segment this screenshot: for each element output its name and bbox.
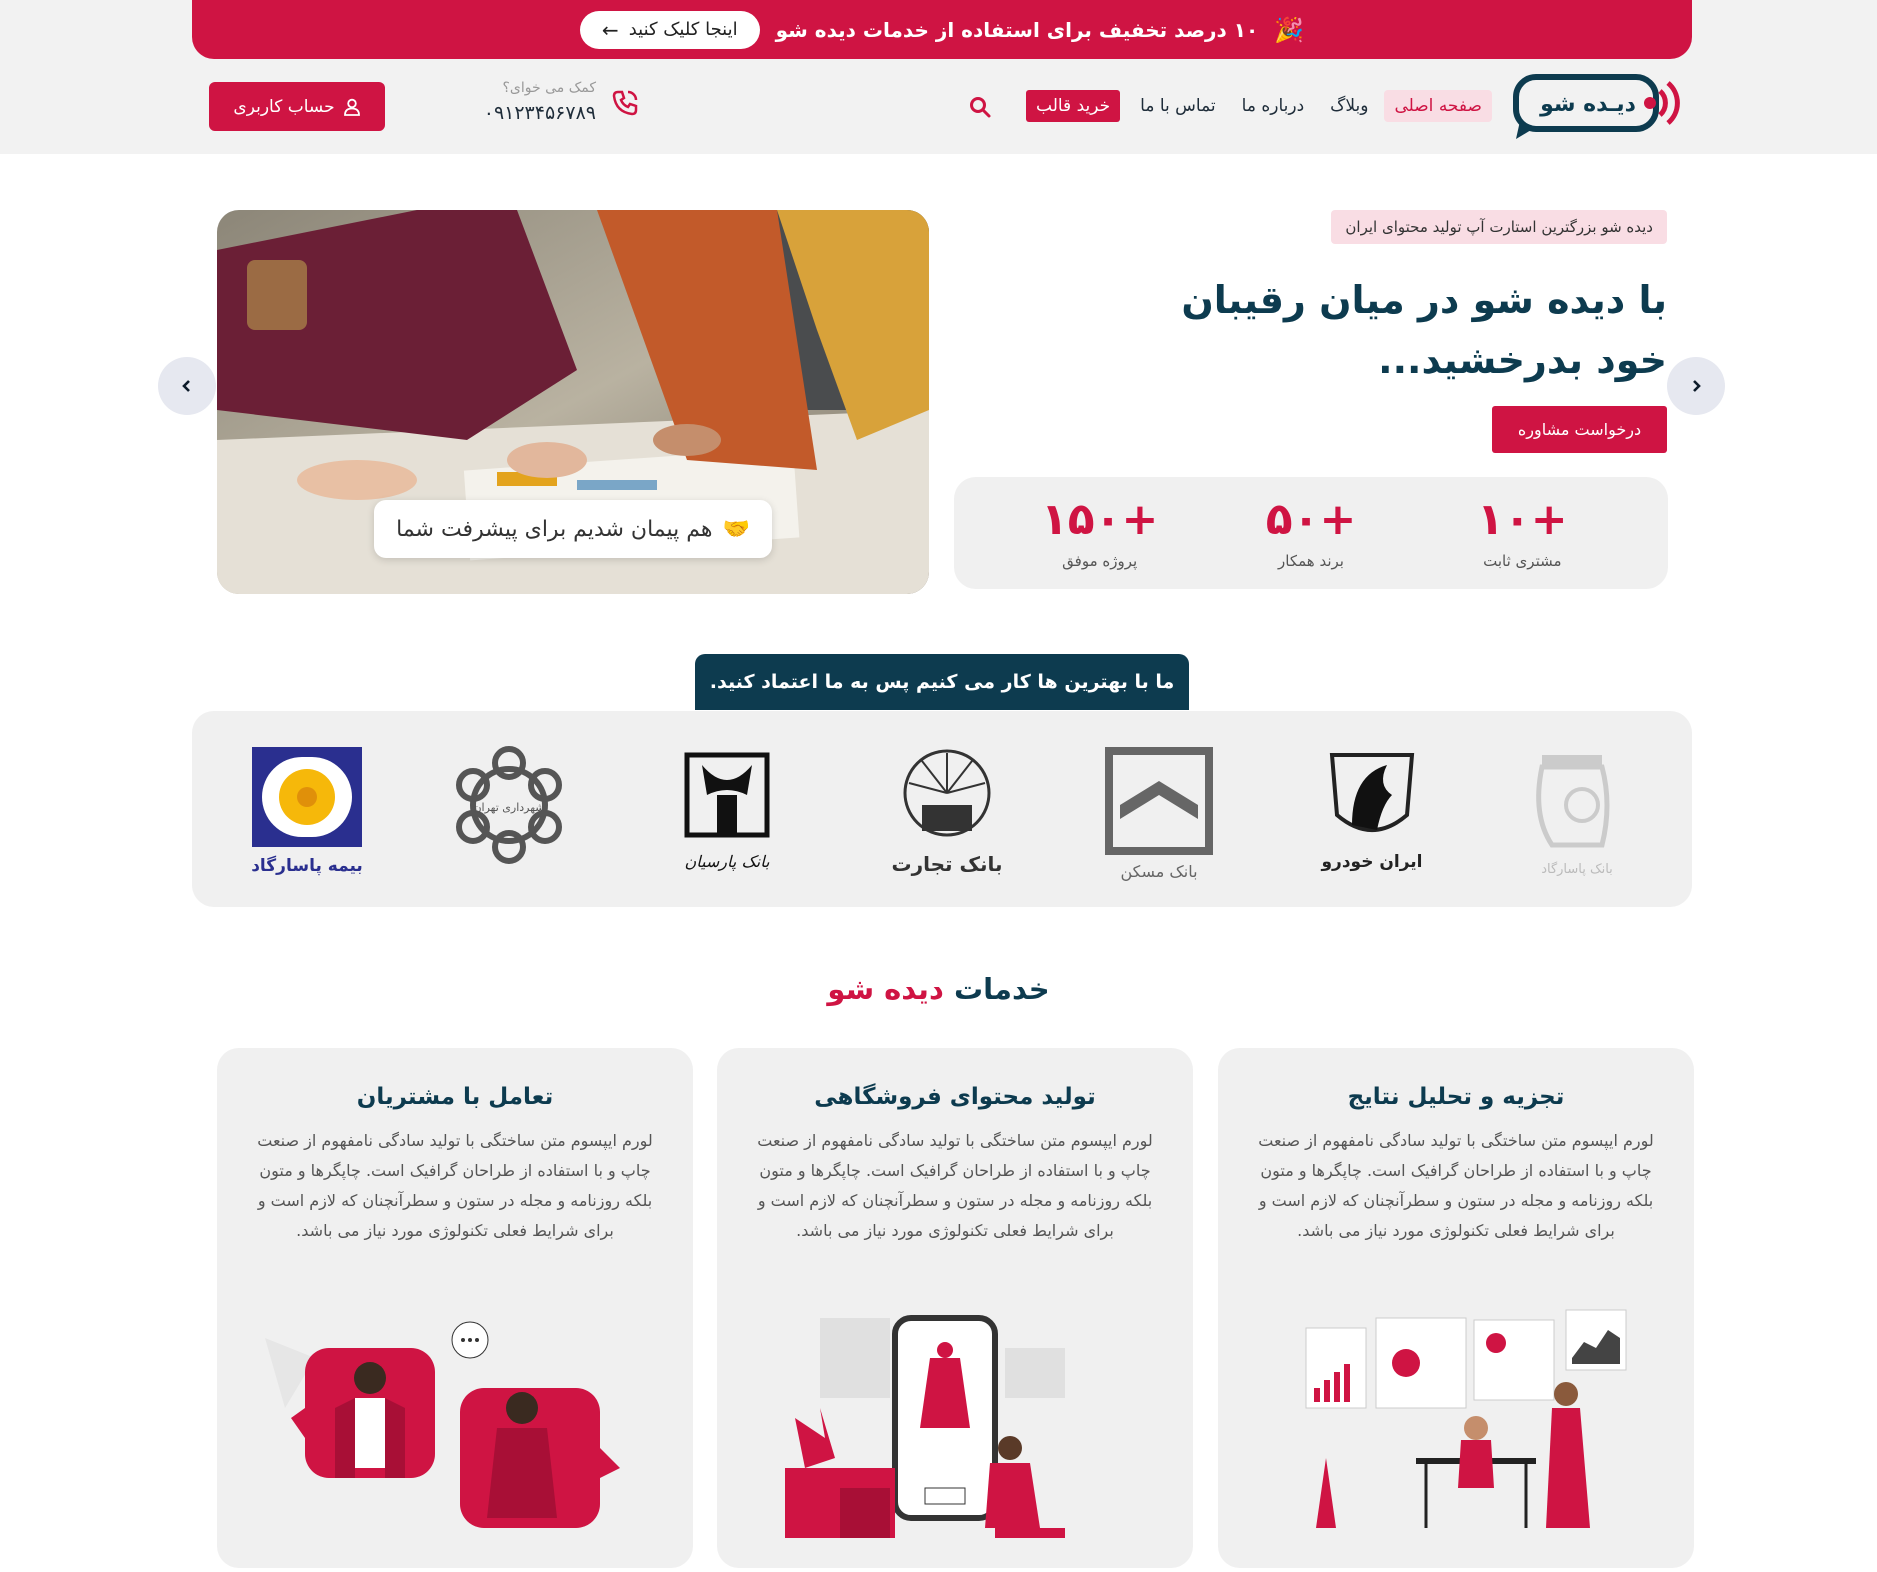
tehran-municipality-logo: شهرداری تهران <box>456 746 562 864</box>
logo-wave-2 <box>1666 81 1680 125</box>
stat-value: +۵۰ <box>1265 494 1357 545</box>
consult-request-button[interactable]: درخواست مشاوره <box>1492 406 1667 453</box>
service-card-engagement[interactable]: تعامل با مشتریان لورم ایپسوم متن ساختگی … <box>217 1048 693 1568</box>
party-popper-icon: 🎉 <box>1274 15 1305 44</box>
hero-title: با دیده شو در میان رقیبان خود بدرخشید... <box>1181 278 1667 382</box>
logo-text: دیـده شو <box>1539 92 1636 117</box>
bank-pasargad-logo: بانک پاسارگاد <box>1536 755 1613 877</box>
card-text: لورم ایپسوم متن ساختگی با تولید سادگی نا… <box>1258 1131 1654 1240</box>
promo-text: ۱۰ درصد تخفیف برای استفاده از خدمات دیده… <box>775 17 1259 42</box>
engagement-illustration <box>265 1321 620 1528</box>
nav-buy-template[interactable]: خرید قالب <box>1026 90 1121 122</box>
service-card-analytics[interactable]: تجزیه و تحلیل نتایج لورم ایپسوم متن ساخت… <box>1218 1048 1694 1568</box>
brand-name: شهرداری تهران <box>473 801 544 814</box>
promo-bar: 🎉 ۱۰ درصد تخفیف برای استفاده از خدمات دی… <box>192 0 1692 59</box>
user-icon <box>343 98 360 116</box>
nav-home[interactable]: صفحه اصلی <box>1384 90 1492 122</box>
nav-blog[interactable]: وبلاگ <box>1320 90 1378 122</box>
brand-name: بانک پارسیان <box>684 852 770 871</box>
partner-logos: بانک پاسارگاد ایران خودرو بانک مسکن بانک… <box>192 711 1692 907</box>
main-nav: صفحه اصلی وبلاگ درباره ما تماس با ما خری… <box>1026 88 1492 124</box>
chevron-right-icon <box>1693 380 1701 392</box>
services-heading: خدمات دیده شو <box>0 972 1877 1006</box>
analytics-illustration <box>1305 1309 1627 1528</box>
help-contact[interactable]: کمک می خوای؟ ۰۹۱۲۳۴۵۶۷۸۹ <box>470 78 640 130</box>
bank-tejarat-logo: بانک تجارت <box>891 749 1003 876</box>
bime-pasargad-logo: بیمه پاسارگاد <box>251 747 363 876</box>
trust-heading: ما با بهترین ها کار می کنیم پس به ما اعت… <box>695 654 1189 710</box>
logo-wave-1 <box>1658 89 1668 117</box>
logo-dot <box>1644 97 1656 109</box>
promo-button-label: اینجا کلیک کنید <box>628 19 738 40</box>
account-button[interactable]: حساب کاربری <box>209 82 385 131</box>
services-title-dark: خدمات <box>953 972 1050 1006</box>
nav-contact[interactable]: تماس با ما <box>1130 90 1226 122</box>
stat-value: +۱۰ <box>1477 494 1568 545</box>
hero-caption: 🤝 هم پیمان شدیم برای پیشرفت شما <box>374 500 772 558</box>
services-title-red: دیده شو <box>827 972 944 1006</box>
brand-name: بیمه پاسارگاد <box>251 855 363 876</box>
brand-name: ایران خودرو <box>1320 852 1422 872</box>
stat-label: پروژه موفق <box>1062 552 1138 570</box>
service-card-shop-content[interactable]: تولید محتوای فروشگاهی لورم ایپسوم متن سا… <box>717 1048 1193 1568</box>
stat-item: +۵۰ برند همکار <box>1231 494 1391 571</box>
arrow-left-icon: ← <box>601 17 619 42</box>
slider-next-button[interactable] <box>1667 357 1725 415</box>
brand-name: بانک پاسارگاد <box>1541 861 1613 877</box>
bank-maskan-logo: بانک مسکن <box>1105 747 1213 882</box>
search-icon[interactable] <box>968 95 992 119</box>
handshake-icon: 🤝 <box>722 516 750 542</box>
card-title: تعامل با مشتریان <box>356 1084 554 1110</box>
account-label: حساب کاربری <box>233 96 335 117</box>
iran-khodro-logo: ایران خودرو <box>1320 753 1423 872</box>
hero-tag: دیده شو بزرگترین استارت آپ تولید محتوای … <box>1331 210 1667 244</box>
logo[interactable]: دیـده شو <box>1512 71 1680 141</box>
slider-prev-button[interactable] <box>158 357 216 415</box>
chevron-left-icon <box>182 380 190 392</box>
phone-icon <box>612 90 638 116</box>
brand-name: بانک تجارت <box>891 852 1002 876</box>
nav-about[interactable]: درباره ما <box>1232 90 1315 122</box>
brand-name: بانک مسکن <box>1120 862 1197 882</box>
shopping-illustration <box>785 1315 1065 1538</box>
promo-click-button[interactable]: اینجا کلیک کنید ← <box>579 10 760 49</box>
hero-caption-text: هم پیمان شدیم برای پیشرفت شما <box>396 516 713 542</box>
phone-number[interactable]: ۰۹۱۲۳۴۵۶۷۸۹ <box>484 102 596 124</box>
card-text: لورم ایپسوم متن ساختگی با تولید سادگی نا… <box>257 1131 653 1240</box>
stat-item: +۱۵۰ پروژه موفق <box>1020 494 1180 571</box>
help-label: کمک می خوای؟ <box>502 80 596 96</box>
stat-item: +۱۰ مشتری ثابت <box>1442 494 1602 571</box>
stat-label: برند همکار <box>1278 552 1344 570</box>
card-text: لورم ایپسوم متن ساختگی با تولید سادگی نا… <box>757 1131 1153 1240</box>
stat-value: +۱۵۰ <box>1040 494 1159 545</box>
bank-parsian-logo: بانک پارسیان <box>684 752 770 871</box>
stat-label: مشتری ثابت <box>1483 552 1562 570</box>
card-title: تولید محتوای فروشگاهی <box>814 1084 1096 1110</box>
card-title: تجزیه و تحلیل نتایج <box>1347 1084 1565 1110</box>
stats-panel: +۱۰ مشتری ثابت +۵۰ برند همکار +۱۵۰ پروژه… <box>954 477 1668 589</box>
